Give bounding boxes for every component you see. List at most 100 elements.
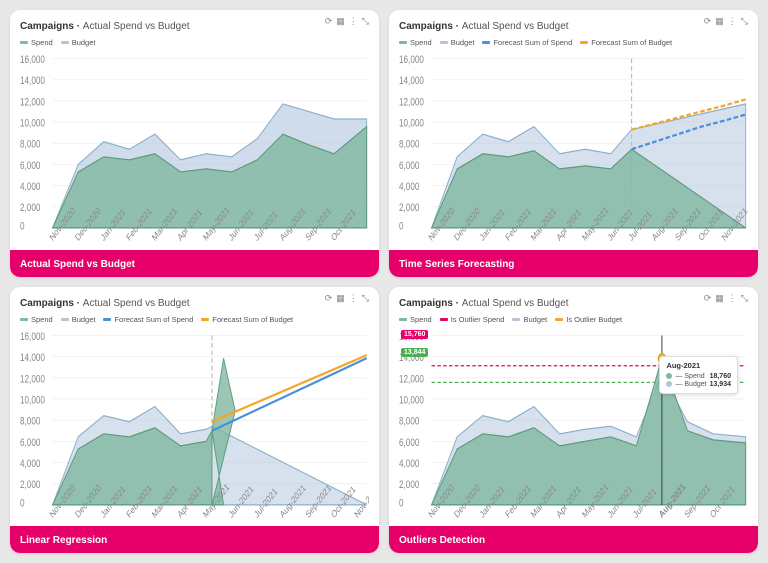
expand-icon-3[interactable]: ⤡ [362, 293, 369, 304]
svg-text:2,000: 2,000 [20, 202, 40, 214]
refresh-icon-3[interactable]: ⟳ [325, 293, 333, 304]
card-time-series: Campaigns · Actual Spend vs Budget ⟳ ▦ ⋮… [389, 10, 758, 277]
chart-area-2: 16,000 14,000 12,000 10,000 8,000 6,000 … [389, 49, 758, 250]
svg-text:2,000: 2,000 [20, 479, 40, 491]
more-icon-3[interactable]: ⋮ [349, 293, 358, 304]
legend-3: Spend Budget Forecast Sum of Spend Forec… [10, 313, 379, 326]
card-linear-regression: Campaigns · Actual Spend vs Budget ⟳ ▦ ⋮… [10, 287, 379, 554]
card-subtitle-3: Actual Spend vs Budget [83, 298, 190, 309]
svg-text:8,000: 8,000 [20, 415, 40, 427]
card-actual-spend: Campaigns · Actual Spend vs Budget ⟳ ▦ ⋮… [10, 10, 379, 277]
card-title-3: Campaigns · Actual Spend vs Budget [20, 298, 190, 309]
legend-budget-1: Budget [61, 38, 96, 47]
svg-text:4,000: 4,000 [399, 181, 419, 193]
more-icon-2[interactable]: ⋮ [728, 16, 737, 27]
card-header-1: Campaigns · Actual Spend vs Budget ⟳ ▦ ⋮… [10, 10, 379, 36]
svg-text:4,000: 4,000 [20, 458, 40, 470]
card-subtitle-2: Actual Spend vs Budget [462, 21, 569, 32]
svg-text:6,000: 6,000 [399, 160, 419, 172]
svg-text:14,000: 14,000 [399, 75, 424, 87]
dashboard: Campaigns · Actual Spend vs Budget ⟳ ▦ ⋮… [0, 0, 768, 563]
svg-text:0: 0 [399, 220, 404, 232]
tooltip-row-spend: — Spend 18,760 [666, 373, 731, 380]
footer-label-3: Linear Regression [20, 535, 107, 546]
legend-outlier-budget-4: Is Outlier Budget [555, 315, 622, 324]
chart-svg-1: 16,000 14,000 12,000 10,000 8,000 6,000 … [20, 51, 369, 248]
svg-text:0: 0 [20, 220, 25, 232]
card-footer-2: Time Series Forecasting [389, 250, 758, 277]
svg-text:8,000: 8,000 [399, 415, 419, 427]
chart-svg-3: 16,000 14,000 12,000 10,000 8,000 6,000 … [20, 328, 369, 525]
svg-text:14,000: 14,000 [20, 352, 45, 364]
tooltip-row-budget: — Budget 13,934 [666, 381, 731, 388]
footer-label-2: Time Series Forecasting [399, 259, 514, 270]
more-icon-4[interactable]: ⋮ [728, 293, 737, 304]
card-footer-4: Outliers Detection [389, 526, 758, 553]
expand-icon-4[interactable]: ⤡ [741, 293, 748, 304]
chart-area-3: 16,000 14,000 12,000 10,000 8,000 6,000 … [10, 326, 379, 527]
tooltip-spend-value: 18,760 [710, 373, 731, 380]
card-title-2: Campaigns · Actual Spend vs Budget [399, 21, 569, 32]
svg-text:12,000: 12,000 [20, 96, 45, 108]
outlier-value-2: 13,844 [401, 348, 428, 357]
svg-text:6,000: 6,000 [20, 436, 40, 448]
card-icons-2: ⟳ ▦ ⋮ ⤡ [704, 16, 748, 27]
legend-budget-3: Budget [61, 315, 96, 324]
legend-budget-2: Budget [440, 38, 475, 47]
chart-icon-1[interactable]: ▦ [336, 16, 345, 27]
tooltip-budget-value: 13,934 [710, 381, 731, 388]
card-icons-4: ⟳ ▦ ⋮ ⤡ [704, 293, 748, 304]
svg-text:14,000: 14,000 [20, 75, 45, 87]
legend-spend-2: Spend [399, 38, 432, 47]
card-title-group-3: Campaigns · Actual Spend vs Budget [20, 293, 190, 311]
legend-forecast-budget-2: Forecast Sum of Budget [580, 38, 672, 47]
card-header-3: Campaigns · Actual Spend vs Budget ⟳ ▦ ⋮… [10, 287, 379, 313]
svg-text:12,000: 12,000 [399, 96, 424, 108]
svg-text:10,000: 10,000 [399, 118, 424, 130]
svg-text:2,000: 2,000 [399, 479, 419, 491]
chart-tooltip-4: Aug-2021 — Spend 18,760 — Budget 13,934 [659, 356, 738, 394]
refresh-icon-2[interactable]: ⟳ [704, 16, 712, 27]
card-footer-1: Actual Spend vs Budget [10, 250, 379, 277]
legend-spend-4: Spend [399, 315, 432, 324]
legend-forecast-budget-3: Forecast Sum of Budget [201, 315, 293, 324]
footer-label-1: Actual Spend vs Budget [20, 259, 135, 270]
svg-text:12,000: 12,000 [20, 373, 45, 385]
card-subtitle-4: Actual Spend vs Budget [462, 298, 569, 309]
card-title-group-1: Campaigns · Actual Spend vs Budget [20, 16, 190, 34]
chart-area-4: 15,760 13,844 Aug-2021 — Spend 18,760 — … [389, 326, 758, 527]
card-icons-1: ⟳ ▦ ⋮ ⤡ [325, 16, 369, 27]
more-icon-1[interactable]: ⋮ [349, 16, 358, 27]
svg-text:4,000: 4,000 [399, 458, 419, 470]
card-footer-3: Linear Regression [10, 526, 379, 553]
card-header-2: Campaigns · Actual Spend vs Budget ⟳ ▦ ⋮… [389, 10, 758, 36]
legend-1: Spend Budget [10, 36, 379, 49]
outlier-value-1: 15,760 [401, 330, 428, 339]
chart-icon-3[interactable]: ▦ [336, 293, 345, 304]
svg-text:16,000: 16,000 [20, 54, 45, 66]
refresh-icon-1[interactable]: ⟳ [325, 16, 333, 27]
legend-outlier-spend-4: Is Outlier Spend [440, 315, 505, 324]
chart-icon-4[interactable]: ▦ [715, 293, 724, 304]
svg-text:4,000: 4,000 [20, 181, 40, 193]
card-title-4: Campaigns · Actual Spend vs Budget [399, 298, 569, 309]
tooltip-budget-label: — Budget [675, 381, 706, 388]
svg-text:8,000: 8,000 [20, 139, 40, 151]
card-title-group-4: Campaigns · Actual Spend vs Budget [399, 293, 569, 311]
footer-label-4: Outliers Detection [399, 535, 485, 546]
card-title-1: Campaigns · Actual Spend vs Budget [20, 21, 190, 32]
expand-icon-1[interactable]: ⤡ [362, 16, 369, 27]
legend-forecast-spend-2: Forecast Sum of Spend [482, 38, 572, 47]
card-header-4: Campaigns · Actual Spend vs Budget ⟳ ▦ ⋮… [389, 287, 758, 313]
svg-text:10,000: 10,000 [20, 394, 45, 406]
refresh-icon-4[interactable]: ⟳ [704, 293, 712, 304]
card-subtitle-1: Actual Spend vs Budget [83, 21, 190, 32]
expand-icon-2[interactable]: ⤡ [741, 16, 748, 27]
tooltip-spend-label: — Spend [675, 373, 704, 380]
svg-text:6,000: 6,000 [20, 160, 40, 172]
chart-icon-2[interactable]: ▦ [715, 16, 724, 27]
legend-spend-1: Spend [20, 38, 53, 47]
svg-text:16,000: 16,000 [20, 331, 45, 343]
svg-text:16,000: 16,000 [399, 54, 424, 66]
tooltip-title-4: Aug-2021 [666, 361, 731, 370]
